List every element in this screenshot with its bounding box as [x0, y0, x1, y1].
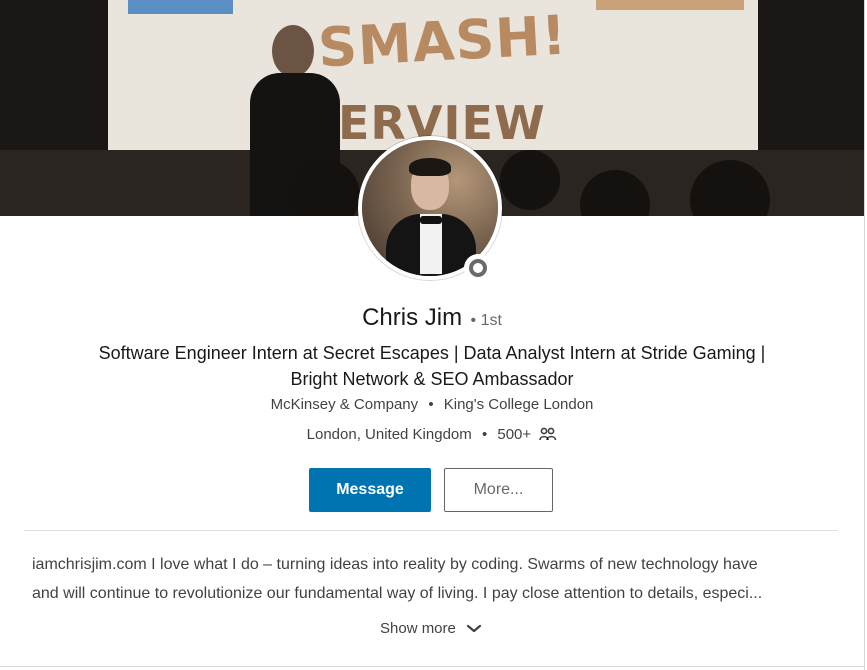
- profile-affiliations: McKinsey & Company • King's College Lond…: [270, 396, 594, 413]
- more-actions-button[interactable]: More...: [444, 468, 553, 512]
- school-link[interactable]: King's College London: [444, 396, 594, 413]
- connection-degree: • 1st: [470, 312, 502, 329]
- current-company-link[interactable]: McKinsey & Company: [271, 396, 419, 413]
- connections-count[interactable]: 500+: [497, 426, 531, 443]
- message-button[interactable]: Message: [309, 468, 431, 512]
- show-more-button[interactable]: Show more: [380, 620, 482, 637]
- banner-smash-text: SMASH!: [316, 3, 569, 80]
- divider: [24, 530, 838, 531]
- show-more-label: Show more: [380, 620, 456, 637]
- status-ring-icon: [464, 254, 492, 282]
- people-icon[interactable]: [539, 427, 557, 445]
- profile-location-row: London, United Kingdom • 500+: [0, 426, 864, 445]
- about-summary: iamchrisjim.com I love what I do – turni…: [32, 556, 763, 602]
- profile-location: London, United Kingdom: [306, 426, 472, 443]
- profile-card: SMASH! INTERVIEW Chris Jim • 1st Softwar…: [0, 0, 865, 670]
- profile-name: Chris Jim: [362, 304, 463, 331]
- profile-headline: Software Engineer Intern at Secret Escap…: [98, 343, 766, 389]
- profile-name-row: Chris Jim • 1st: [0, 304, 864, 332]
- chevron-down-icon: [466, 624, 481, 632]
